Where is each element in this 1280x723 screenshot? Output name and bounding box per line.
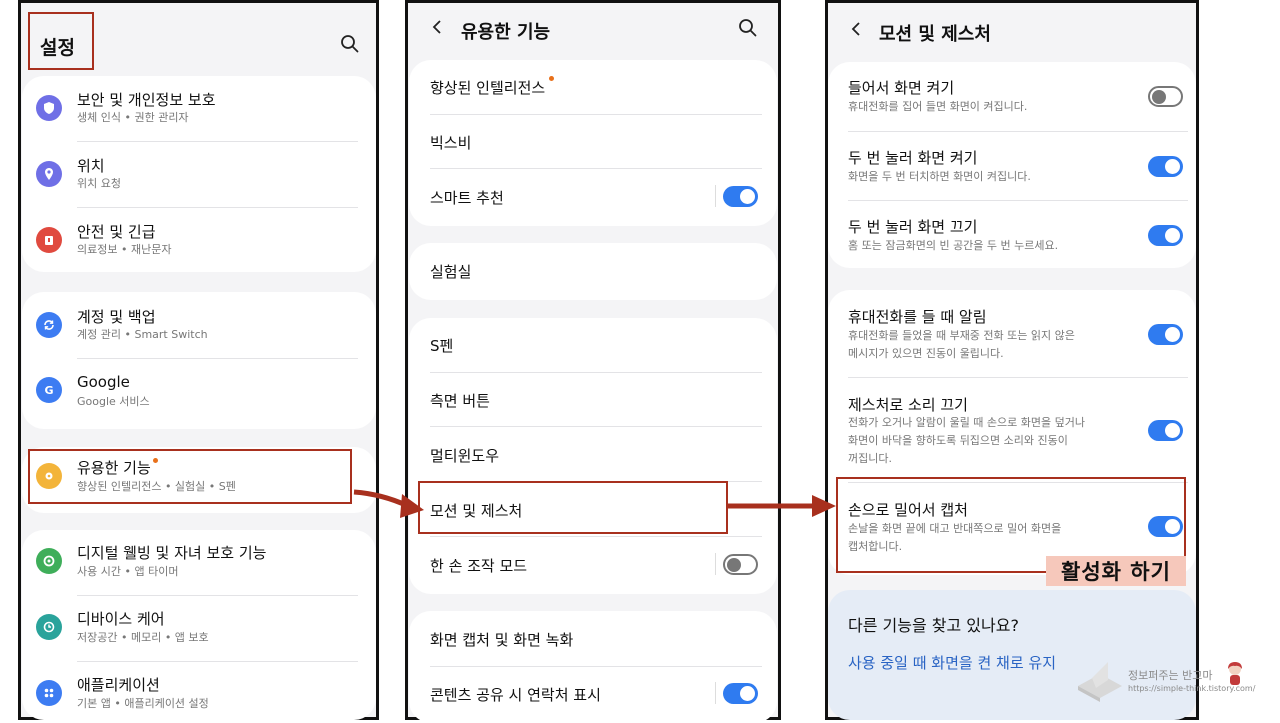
show-contacts-toggle[interactable] [723,683,758,704]
divider [715,682,716,704]
arrow-icon [353,489,424,518]
annotation-box-useful-features [28,449,352,504]
settings-item-sub: 사용 시간 • 앱 타이머 [77,565,179,578]
settings-group-account [22,292,376,429]
mute-gestures-toggle[interactable] [1148,420,1183,441]
apps-grid-icon [36,680,62,706]
divider [430,372,762,373]
settings-item-sub: 의료정보 • 재난문자 [77,243,172,256]
arrow-icon [728,495,836,517]
search-icon[interactable] [738,18,758,38]
divider [430,536,762,537]
settings-item-label: 디바이스 케어 [77,610,165,628]
setting-desc: 휴대전화를 집어 들면 화면이 켜집니다. [848,100,1028,113]
watermark-logo [1078,662,1122,702]
menu-item-screenshots[interactable]: 화면 캡처 및 화면 녹화 [430,629,573,650]
menu-item-show-contacts[interactable]: 콘텐츠 공유 시 연락처 표시 [430,684,601,705]
google-icon: G [36,377,62,403]
motions-title: 모션 및 제스처 [879,24,991,45]
divider [715,185,716,207]
menu-item-bixby[interactable]: 빅스비 [430,132,471,153]
divider [77,358,358,359]
settings-item-sub: 생체 인식 • 권한 관리자 [77,111,189,124]
watermark-text: 정보퍼주는 반고마 [1128,669,1213,682]
useful-group-4 [409,611,777,723]
setting-label: 들어서 화면 켜기 [848,79,955,97]
settings-item-label: 애플리케이션 [77,676,160,694]
watermark-character [1228,662,1242,685]
setting-label: 두 번 눌러 화면 켜기 [848,149,978,167]
setting-desc: 화면이 바닥을 향하도록 뒤집으면 소리와 진동이 [848,434,1068,447]
keep-screen-on-link[interactable]: 사용 중일 때 화면을 켠 채로 유지 [848,652,1056,673]
divider [77,661,358,662]
settings-item-sub: Google 서비스 [77,395,150,408]
menu-item-spen[interactable]: S펜 [430,335,453,356]
settings-item-label: Google [77,373,130,391]
divider [430,426,762,427]
alert-picked-up-toggle[interactable] [1148,324,1183,345]
settings-item-label: 보안 및 개인정보 보호 [77,91,216,109]
menu-item-intelligence[interactable]: 향상된 인텔리전스 [430,77,545,98]
back-arrow-icon[interactable] [430,20,444,34]
one-handed-mode-toggle[interactable] [723,554,758,575]
setting-label: 두 번 눌러 화면 끄기 [848,218,978,236]
double-tap-on-toggle[interactable] [1148,156,1183,177]
settings-item-sub: 위치 요청 [77,177,121,190]
back-arrow-icon[interactable] [849,22,863,36]
setting-desc: 홈 또는 잠금화면의 빈 공간을 두 번 누르세요. [848,239,1059,252]
annotation-box-settings-title [28,12,94,70]
menu-item-multiwindow[interactable]: 멀티윈도우 [430,445,499,466]
setting-desc: 화면을 두 번 터치하면 화면이 켜집니다. [848,170,1031,183]
setting-desc: 메시지가 있으면 진동이 울립니다. [848,347,1004,360]
smart-suggestions-toggle[interactable] [723,186,758,207]
setting-label: 제스처로 소리 끄기 [848,396,968,414]
useful-features-title: 유용한 기능 [461,22,551,43]
settings-item-label: 안전 및 긴급 [77,223,156,241]
divider [430,114,762,115]
settings-item-sub: 기본 앱 • 애플리케이션 설정 [77,697,209,710]
location-pin-icon [36,161,62,187]
new-badge-dot [549,76,554,81]
lift-to-wake-toggle[interactable] [1148,86,1183,107]
svg-text:G: G [44,384,53,397]
shield-icon [36,95,62,121]
annotation-box-motions [418,481,728,534]
setting-desc: 전화가 오거나 알람이 울릴 때 손으로 화면을 덮거나 [848,416,1085,429]
divider [430,666,762,667]
divider [77,141,358,142]
emergency-icon [36,227,62,253]
divider [77,207,358,208]
settings-item-sub: 계정 관리 • Smart Switch [77,328,208,341]
annotation-activate-label: 활성화 하기 [1046,556,1186,586]
menu-item-one-handed-mode[interactable]: 한 손 조작 모드 [430,555,527,576]
divider [430,168,762,169]
divider [77,595,358,596]
settings-item-sub: 저장공간 • 메모리 • 앱 보호 [77,631,209,644]
device-care-icon [36,614,62,640]
wellbeing-icon [36,548,62,574]
double-tap-off-toggle[interactable] [1148,225,1183,246]
settings-item-label: 위치 [77,157,105,175]
menu-item-smart-suggestions[interactable]: 스마트 추천 [430,187,504,208]
divider [848,377,1188,378]
search-icon[interactable] [340,34,360,54]
sync-icon [36,312,62,338]
divider [848,200,1188,201]
menu-item-side-button[interactable]: 측면 버튼 [430,390,490,411]
divider [848,131,1188,132]
setting-label: 휴대전화를 들 때 알림 [848,308,987,326]
promo-title: 다른 기능을 찾고 있나요? [848,616,1019,635]
settings-item-label: 계정 및 백업 [77,308,156,326]
divider [715,553,716,575]
setting-desc: 휴대전화를 들었을 때 부재중 전화 또는 읽지 않은 [848,329,1075,342]
setting-desc: 꺼집니다. [848,452,892,465]
settings-item-label: 디지털 웰빙 및 자녀 보호 기능 [77,544,267,562]
menu-item-labs[interactable]: 실험실 [430,261,471,282]
